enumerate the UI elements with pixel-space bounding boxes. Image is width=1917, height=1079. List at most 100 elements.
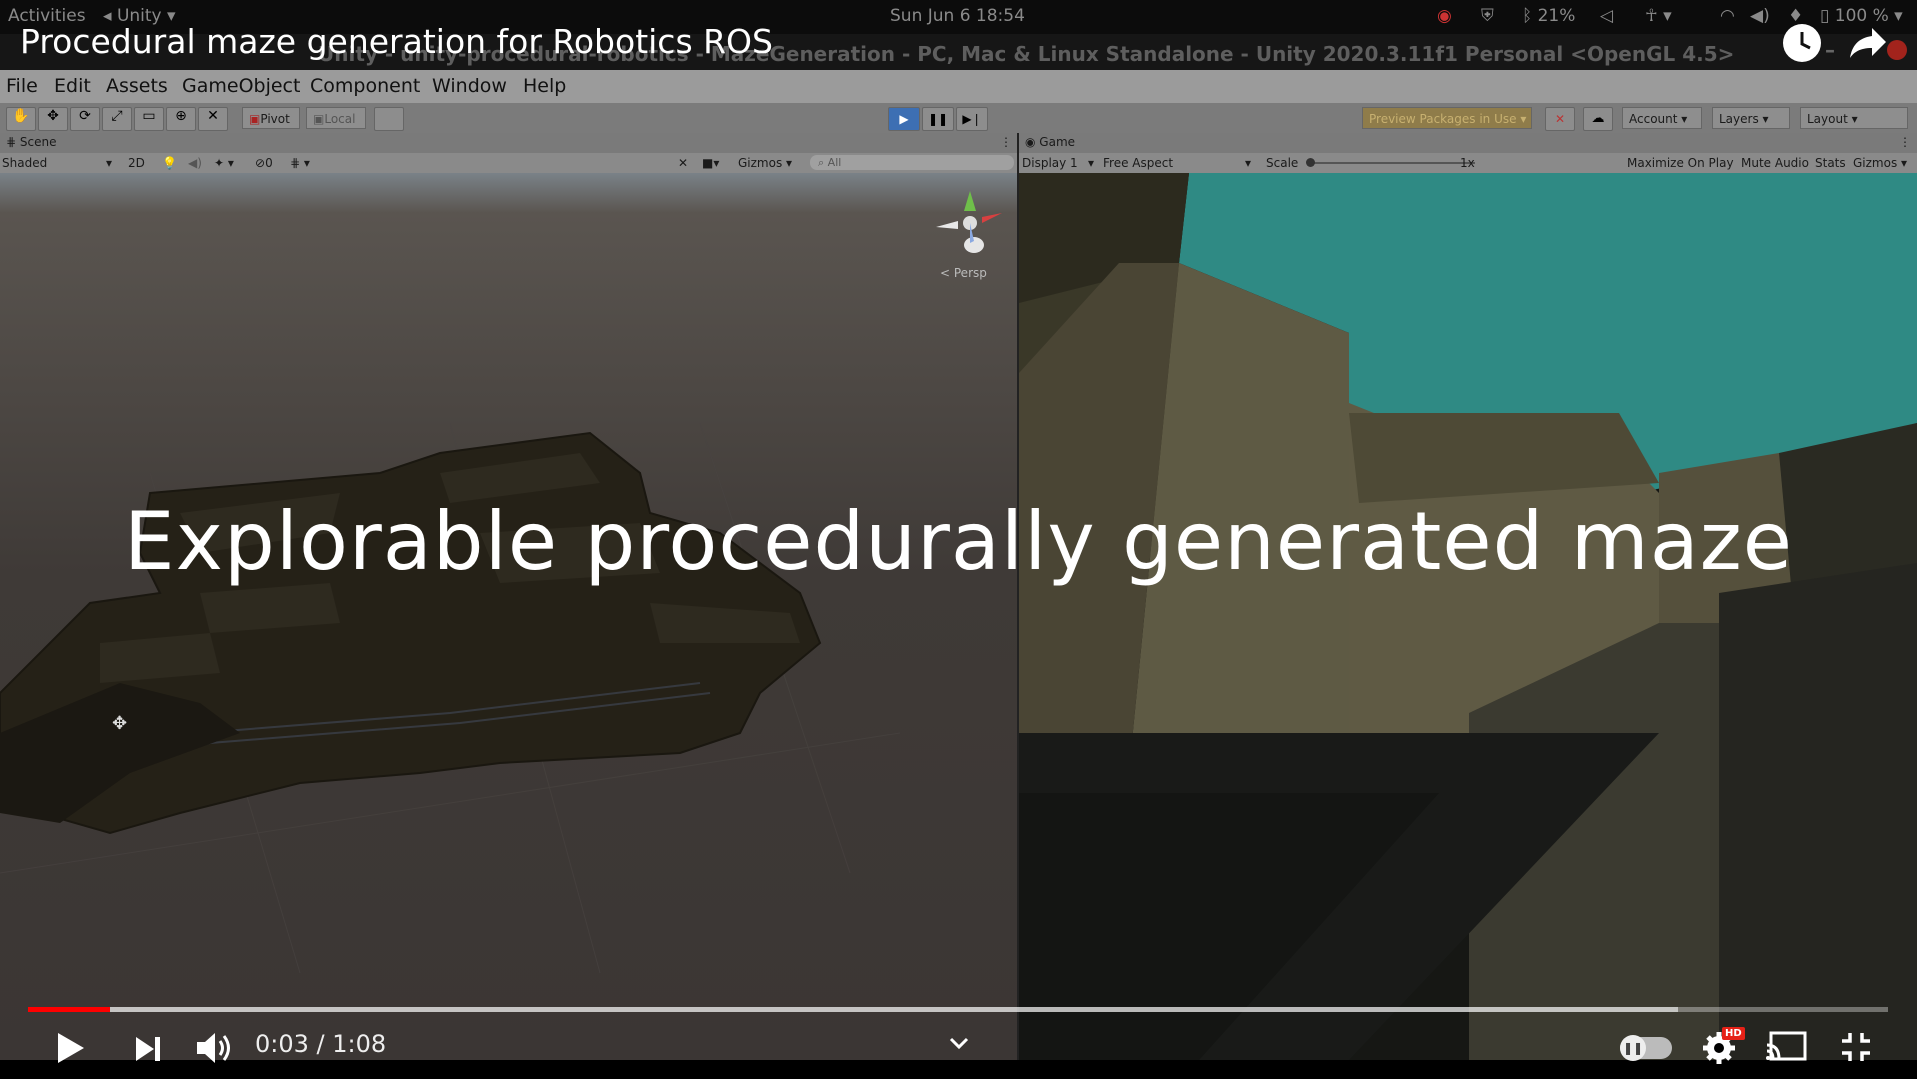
menu-assets[interactable]: Assets [106,75,168,97]
rotate-tool-icon[interactable]: ⟳ [70,107,100,131]
collab-icon[interactable]: ✕ [1545,107,1575,131]
telegram-icon: ◁ [1600,6,1614,26]
battery-charge-icon: ᛒ 21% [1522,6,1576,26]
close-icon[interactable] [1887,40,1907,60]
clock[interactable]: Sun Jun 6 18:54 [890,6,1025,26]
minimize-icon[interactable]: – [1825,38,1835,62]
pause-glyph-icon: ❚❚ [1620,1035,1646,1061]
battery-text: 100 % [1834,6,1889,26]
wifi-icon[interactable]: ◠ [1720,6,1735,26]
menu-gameobject[interactable]: GameObject [182,75,300,97]
volume-icon[interactable]: ◀) [1750,6,1770,26]
game-tab-header: ◉ Game ⋮ [1019,133,1917,153]
move-tool-icon[interactable]: ✥ [38,107,68,131]
game-toolbar: Display 1 ▾ Free Aspect ▾ Scale 1x Maximiz… [1019,153,1917,173]
microphone-icon[interactable]: ♦ [1788,6,1803,26]
audio-toggle-icon[interactable]: ◀) [188,156,202,170]
scene-search-placeholder: All [827,156,842,169]
display-dropdown[interactable]: Display 1 ▾ [1022,156,1094,170]
custom-tool-icon[interactable]: ✕ [198,107,228,131]
scale-tool-icon[interactable]: ⤢ [102,107,132,131]
scene-toolbar: Shaded ▾ 2D 💡 ◀) ✦ ▾ ⊘0 ⋕ ▾ ✕ ■▾ Gizmos ▾… [0,153,1017,173]
rect-tool-icon[interactable]: ▭ [134,107,164,131]
scene-tab-label: Scene [19,135,57,149]
cast-icon[interactable] [1765,1031,1807,1067]
autoplay-toggle[interactable]: ❚❚ [1620,1035,1672,1061]
first-person-maze-render [1019,173,1917,1060]
effects-toggle-icon[interactable]: ✦ ▾ [214,156,234,170]
step-button-icon[interactable]: ▶❘ [956,107,988,131]
scene-tab[interactable]: ⋕ Scene [6,135,56,149]
game-tab-menu-icon[interactable]: ⋮ [1899,135,1911,149]
hidden-objects-icon[interactable]: ⊘0 [255,156,273,170]
aspect-label: Free Aspect [1103,156,1174,170]
pivot-toggle[interactable]: ▣Pivot [242,107,300,129]
hand-tool-icon[interactable]: ✋ [6,107,36,131]
next-icon[interactable] [134,1035,162,1067]
volume-icon[interactable] [195,1030,237,1070]
exit-fullscreen-icon[interactable] [1840,1031,1872,1067]
grid-toggle-icon[interactable]: ⋕ ▾ [290,156,310,170]
shading-mode-label: Shaded [2,156,48,170]
menu-window[interactable]: Window [432,75,507,97]
maximize-on-play-toggle[interactable]: Maximize On Play [1627,156,1734,170]
transform-tool-icon[interactable]: ⊕ [166,107,196,131]
watch-later-icon[interactable] [1783,24,1821,62]
settings-gear-icon[interactable]: HD [1702,1027,1745,1069]
menu-component[interactable]: Component [310,75,420,97]
share-icon[interactable] [1848,26,1888,64]
chrome-icon: ◉ [1437,6,1452,26]
battery-charge-text: 21% [1537,6,1576,26]
progress-bar-buffered [28,1007,1678,1012]
stats-toggle[interactable]: Stats [1815,156,1846,170]
play-button-icon[interactable]: ▶ [888,107,920,131]
menu-help[interactable]: Help [523,75,566,97]
battery-icon[interactable]: ▯ 100 % ▾ [1820,6,1903,26]
game-tab-label: Game [1039,135,1076,149]
menu-bar: File Edit Assets GameObject Component Wi… [0,70,1917,103]
game-gizmos-dropdown[interactable]: Gizmos ▾ [1853,156,1907,170]
scene-view[interactable]: < Persp ✥ [0,173,1017,1060]
layers-dropdown[interactable]: Layers ▾ [1712,107,1790,129]
lighting-toggle-icon[interactable]: 💡 [162,156,177,170]
video-title[interactable]: Procedural maze generation for Robotics … [20,22,773,61]
play-icon[interactable] [56,1031,86,1069]
account-label: Account [1629,112,1678,126]
layout-dropdown[interactable]: Layout ▾ [1800,107,1908,129]
scale-slider-track[interactable] [1307,162,1475,164]
tools-icon[interactable]: ✕ [678,156,688,170]
shading-mode-dropdown[interactable]: Shaded ▾ [2,156,117,170]
menu-edit[interactable]: Edit [54,75,91,97]
scale-value: 1x [1460,156,1475,170]
cloud-icon[interactable]: ☁ [1583,107,1613,131]
scene-tab-menu-icon[interactable]: ⋮ [1000,135,1012,149]
player-controls: 0:03 / 1:08 ❚❚ HD [0,1015,1917,1079]
snap-icon[interactable] [374,107,404,131]
mouse-cursor-icon: ✥ [112,713,128,734]
game-tab[interactable]: ◉ Game [1025,135,1075,149]
video-caption: Explorable procedurally generated maze [124,495,1793,588]
account-dropdown[interactable]: Account ▾ [1622,107,1702,129]
duration: 1:08 [332,1030,387,1058]
hd-badge: HD [1722,1027,1745,1040]
scale-slider-thumb[interactable] [1306,158,1315,167]
chevron-down-icon[interactable] [948,1035,970,1054]
scene-search-input[interactable]: ⌕ All [810,155,1014,170]
unity-toolbar: ✋ ✥ ⟳ ⤢ ▭ ⊕ ✕ ▣Pivot ▣Local ▶ ❚❚ ▶❘ Prev… [0,103,1917,133]
scene-gizmos-dropdown[interactable]: Gizmos ▾ [738,156,792,170]
pause-button-icon[interactable]: ❚❚ [922,107,954,131]
local-label: Local [324,112,356,126]
aspect-dropdown[interactable]: Free Aspect ▾ [1103,156,1259,170]
menu-file[interactable]: File [6,75,38,97]
camera-icon[interactable]: ■▾ [702,156,719,170]
game-view[interactable] [1019,173,1917,1060]
mode-2d-toggle[interactable]: 2D [128,156,145,170]
mute-audio-toggle[interactable]: Mute Audio [1741,156,1809,170]
orientation-gizmo-icon[interactable] [930,183,1010,263]
accessibility-icon[interactable]: ☥ ▾ [1645,6,1672,26]
persp-label[interactable]: < Persp [940,266,987,280]
local-toggle[interactable]: ▣Local [306,107,366,129]
preview-packages-dropdown[interactable]: Preview Packages in Use ▾ [1362,107,1532,129]
current-time: 0:03 [255,1030,309,1058]
pivot-label: Pivot [260,112,290,126]
